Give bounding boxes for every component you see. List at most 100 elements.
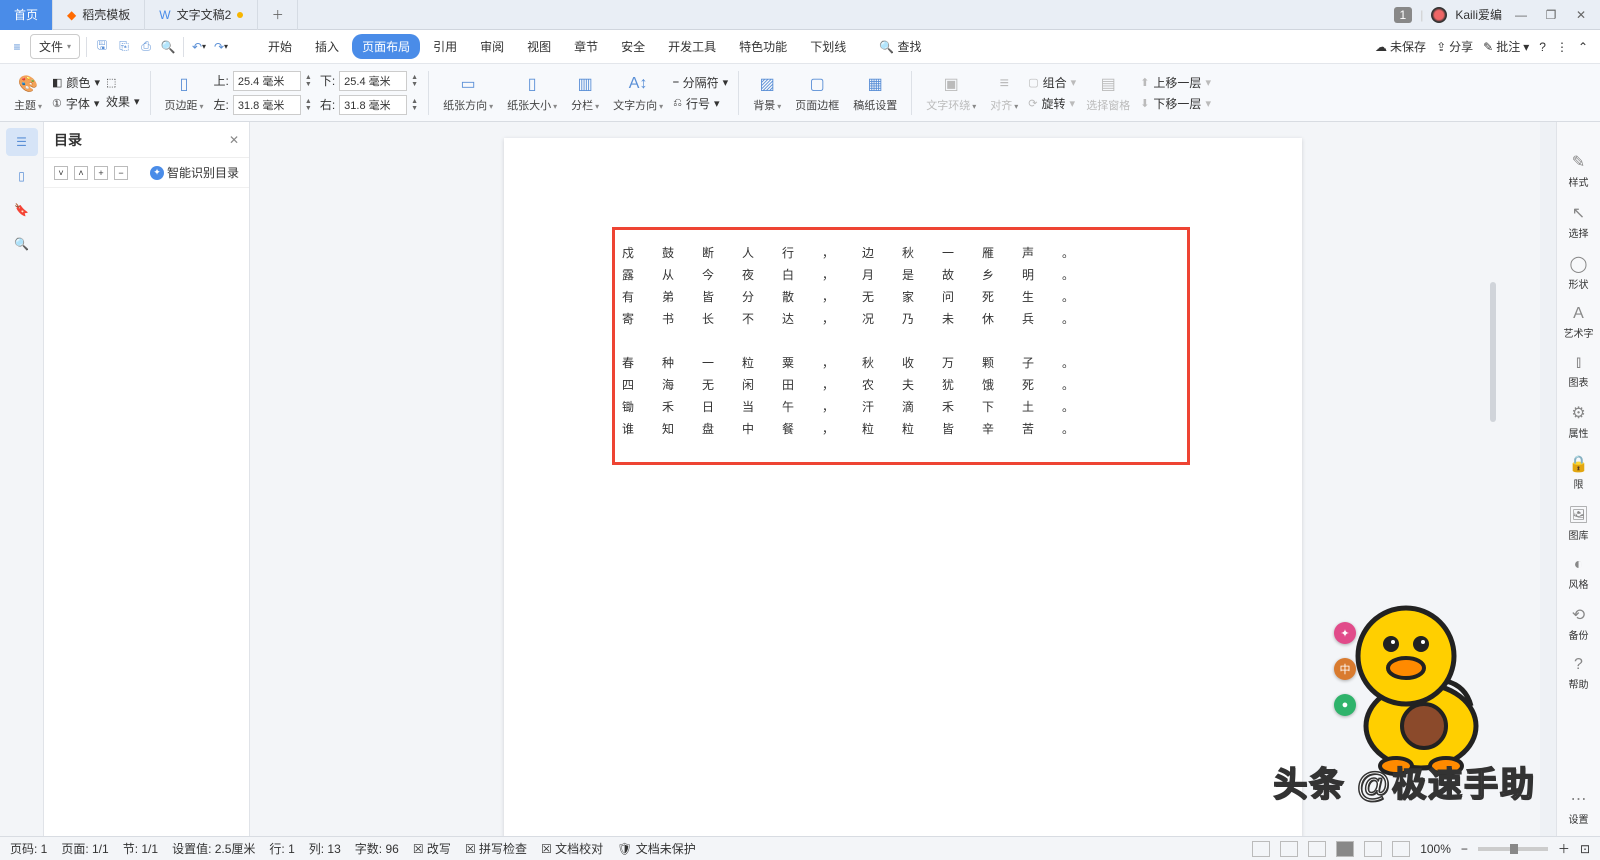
rside-settings[interactable]: ⋯设置 <box>1569 789 1589 826</box>
undo-icon[interactable]: ↶▾ <box>190 38 208 56</box>
font-button[interactable]: ① 字体 ▾ <box>52 95 100 112</box>
page-border-button[interactable]: ▢页面边框 <box>791 64 843 121</box>
share-button[interactable]: ⇪ 分享 <box>1436 38 1473 55</box>
text-wrap-button[interactable]: ▣文字环绕 <box>922 64 980 121</box>
close-icon[interactable]: ✕ <box>1570 4 1592 26</box>
menu-page-layout[interactable]: 页面布局 <box>352 34 420 59</box>
status-pageno[interactable]: 页码: 1 <box>10 840 47 857</box>
lineno-button[interactable]: ⎌ 行号 ▾ <box>673 95 728 112</box>
tab-new[interactable]: ＋ <box>258 0 298 30</box>
rside-style[interactable]: ✎样式 <box>1569 152 1589 189</box>
rside-help[interactable]: ?帮助 <box>1569 656 1589 691</box>
notification-badge[interactable]: 1 <box>1394 7 1413 23</box>
rotate-button[interactable]: ⟳ 旋转 ▾ <box>1028 95 1076 112</box>
margin-right-input[interactable] <box>339 95 407 115</box>
scrollbar-track[interactable] <box>1540 122 1556 836</box>
rside-backup[interactable]: ⟲备份 <box>1569 605 1589 642</box>
zoom-slider[interactable] <box>1478 847 1548 851</box>
send-backward-button[interactable]: ⬇ 下移一层 ▾ <box>1140 95 1211 112</box>
effect-button[interactable]: 效果 ▾ <box>106 93 140 110</box>
menu-review[interactable]: 审阅 <box>470 34 514 59</box>
papersize-button[interactable]: ▯纸张大小 <box>503 64 561 121</box>
columns-button[interactable]: ▥分栏 <box>567 64 603 121</box>
rside-gallery[interactable]: 🖼图库 <box>1568 505 1588 542</box>
help-icon[interactable]: ? <box>1539 40 1546 54</box>
view-print-icon[interactable] <box>1336 841 1354 857</box>
more-icon[interactable]: ⋮ <box>1556 40 1568 54</box>
document-canvas[interactable]: 戍鼓断人行，边秋一雁声。露从今夜白，月是故乡明。有弟皆分散，无家问死生。寄书长不… <box>250 122 1556 836</box>
outline-expand-icon[interactable]: ˅ <box>54 166 68 180</box>
print-icon[interactable]: ⎙ <box>137 38 155 56</box>
file-menu[interactable]: 文件▾ <box>30 34 80 59</box>
menu-insert[interactable]: 插入 <box>305 34 349 59</box>
margin-left-input[interactable] <box>233 95 301 115</box>
save-icon[interactable]: 🖫 <box>93 38 111 56</box>
bookmark-icon[interactable]: 🔖 <box>6 196 38 224</box>
status-more-icon[interactable]: ⊡ <box>1580 842 1590 856</box>
background-button[interactable]: ▨背景 <box>749 64 785 121</box>
status-proof[interactable]: ☒ 文档校对 <box>541 840 603 857</box>
orientation-button[interactable]: ▭纸张方向 <box>439 64 497 121</box>
tab-template[interactable]: ◆稻壳模板 <box>53 0 145 30</box>
textdir-button[interactable]: A↕文字方向 <box>609 64 667 121</box>
rside-limit[interactable]: 🔒限 <box>1569 454 1589 491</box>
status-spell[interactable]: ☒ 拼写检查 <box>465 840 527 857</box>
rside-style2[interactable]: ◐风格 <box>1569 556 1589 591</box>
tab-document[interactable]: W文字文稿2 <box>145 0 258 30</box>
document-text[interactable]: 戍鼓断人行，边秋一雁声。露从今夜白，月是故乡明。有弟皆分散，无家问死生。寄书长不… <box>622 242 1102 440</box>
status-page[interactable]: 页面: 1/1 <box>61 840 108 857</box>
zoom-out-icon[interactable]: − <box>1461 842 1468 856</box>
view-web-icon[interactable] <box>1392 841 1410 857</box>
margin-top-input[interactable] <box>233 71 301 91</box>
comments-button[interactable]: ✎ 批注 ▾ <box>1483 38 1529 55</box>
duck-mascot[interactable] <box>1336 586 1496 776</box>
bring-forward-button[interactable]: ⬆ 上移一层 ▾ <box>1140 74 1211 91</box>
tab-home[interactable]: 首页 <box>0 0 53 30</box>
view-read-icon[interactable] <box>1280 841 1298 857</box>
rside-shape[interactable]: ◯形状 <box>1569 254 1589 291</box>
group-button[interactable]: ▢ 组合 ▾ <box>1028 74 1076 91</box>
outline-toggle[interactable]: ☰ <box>6 128 38 156</box>
zoom-icon[interactable]: 🔍 <box>6 230 38 258</box>
outline-remove-icon[interactable]: − <box>114 166 128 180</box>
menu-search[interactable]: 🔍 查找 <box>869 34 931 59</box>
status-rewrite[interactable]: ☒ 改写 <box>413 840 451 857</box>
break-button[interactable]: ⎯ 分隔符 ▾ <box>673 74 728 91</box>
menu-features[interactable]: 特色功能 <box>729 34 797 59</box>
hamburger-icon[interactable]: ≡ <box>8 38 26 56</box>
maximize-icon[interactable]: ❐ <box>1540 4 1562 26</box>
outline-add-icon[interactable]: + <box>94 166 108 180</box>
menu-underline[interactable]: 下划线 <box>800 34 856 59</box>
cloud-unsaved[interactable]: ☁ 未保存 <box>1375 38 1426 55</box>
manuscript-button[interactable]: ▦稿纸设置 <box>849 64 901 121</box>
outline-collapse-icon[interactable]: ˄ <box>74 166 88 180</box>
menu-start[interactable]: 开始 <box>258 34 302 59</box>
theme-button[interactable]: 🎨主题 <box>10 64 46 121</box>
view-edit-icon[interactable] <box>1308 841 1326 857</box>
menu-view[interactable]: 视图 <box>517 34 561 59</box>
menu-devtools[interactable]: 开发工具 <box>658 34 726 59</box>
color-button[interactable]: ◧ 颜色 ▾ <box>52 74 100 91</box>
status-chars[interactable]: 字数: 96 <box>355 840 399 857</box>
scrollbar-thumb[interactable] <box>1490 282 1496 422</box>
menu-security[interactable]: 安全 <box>611 34 655 59</box>
selection-pane-button[interactable]: ▤选择窗格 <box>1082 64 1134 121</box>
rside-select[interactable]: ↖选择 <box>1569 203 1589 240</box>
menu-references[interactable]: 引用 <box>423 34 467 59</box>
rside-wordart[interactable]: A艺术字 <box>1564 305 1594 340</box>
collapse-ribbon-icon[interactable]: ⌃ <box>1578 40 1588 54</box>
align-button[interactable]: ≡对齐 <box>986 64 1022 121</box>
view-fullscreen-icon[interactable] <box>1252 841 1270 857</box>
view-outline-icon[interactable] <box>1364 841 1382 857</box>
status-section[interactable]: 节: 1/1 <box>123 840 158 857</box>
redo-icon[interactable]: ↷▾ <box>212 38 230 56</box>
smart-outline-button[interactable]: ✦智能识别目录 <box>150 164 239 181</box>
minimize-icon[interactable]: — <box>1510 4 1532 26</box>
user-avatar[interactable] <box>1431 7 1447 23</box>
margins-button[interactable]: ▯页边距 <box>161 64 208 121</box>
page-icon[interactable]: ▯ <box>6 162 38 190</box>
margin-bottom-input[interactable] <box>339 71 407 91</box>
rside-property[interactable]: ⚙属性 <box>1569 403 1589 440</box>
status-protect[interactable]: 🛡 文档未保护 <box>617 840 696 857</box>
rside-chart[interactable]: ⫾图表 <box>1569 354 1589 389</box>
